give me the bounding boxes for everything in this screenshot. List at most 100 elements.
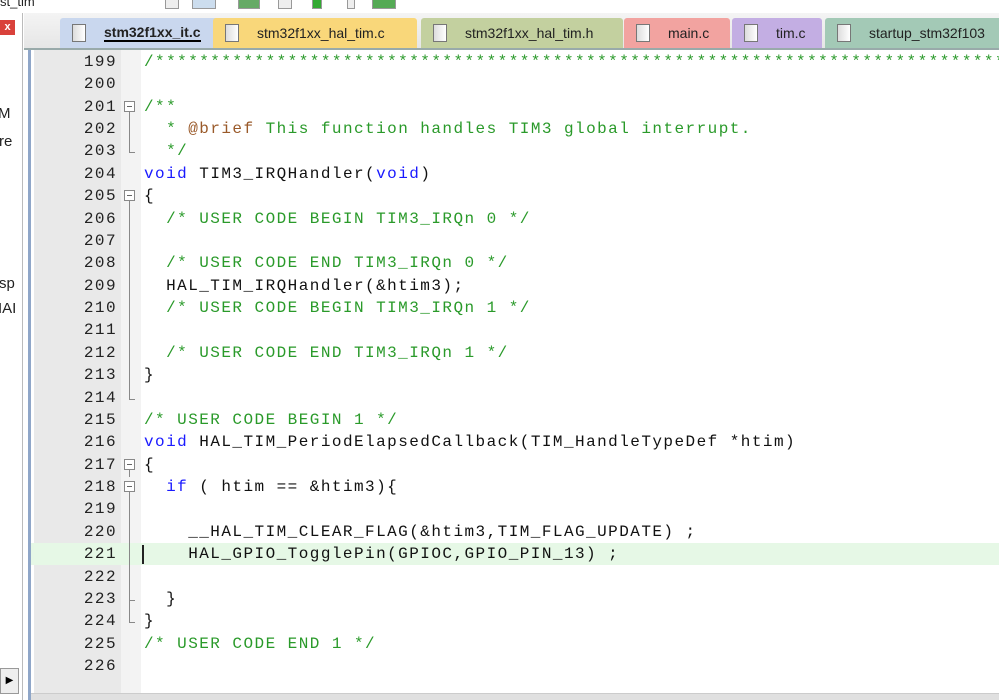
code-line[interactable]: 213} <box>31 364 999 388</box>
scroll-right-arrow[interactable]: ▶ <box>0 668 19 694</box>
tab-label: startup_stm32f103 <box>869 25 985 41</box>
line-number: 206 <box>83 209 117 228</box>
code-text: /* USER CODE BEGIN 1 */ <box>144 409 398 431</box>
panel-text-fragment[interactable]: IAI <box>0 300 16 317</box>
fold-line <box>129 386 130 399</box>
fold-line <box>129 252 130 276</box>
file-icon <box>225 24 239 42</box>
code-line[interactable]: 220 __HAL_TIM_CLEAR_FLAG(&htim3,TIM_FLAG… <box>31 520 999 544</box>
code-line[interactable]: 226 <box>31 655 999 677</box>
code-line[interactable]: 215 /* USER CODE BEGIN 1 */ <box>31 409 999 431</box>
line-number: 212 <box>83 343 117 362</box>
file-icon <box>433 24 447 42</box>
tab-startup-stm32f103[interactable]: startup_stm32f103 <box>825 18 999 48</box>
toolbar-button[interactable] <box>238 0 260 9</box>
fold-line <box>129 498 130 522</box>
line-number: 226 <box>83 656 117 675</box>
code-token: TIM3_IRQHandler( <box>188 164 377 183</box>
toolbar-button[interactable] <box>347 0 355 9</box>
code-text: /***************************************… <box>144 51 999 73</box>
code-token: /* USER CODE BEGIN 1 */ <box>144 410 399 429</box>
tab-stm32f1xx-hal-tim-c[interactable]: stm32f1xx_hal_tim.c <box>213 18 417 48</box>
code-line[interactable]: 222 <box>31 565 999 589</box>
code-text: /* USER CODE END TIM3_IRQn 0 */ <box>144 252 509 274</box>
fold-end <box>129 152 135 154</box>
code-line[interactable]: 203 */ <box>31 140 999 162</box>
code-token: __HAL_TIM_CLEAR_FLAG(&htim3,TIM_FLAG_UPD… <box>144 522 697 541</box>
toolbar-button[interactable] <box>312 0 322 9</box>
code-text: { <box>144 185 155 207</box>
fold-collapse-icon[interactable] <box>124 190 135 202</box>
code-line[interactable]: 204 void TIM3_IRQHandler(void) <box>31 163 999 185</box>
line-number: 204 <box>83 164 117 183</box>
code-line[interactable]: 225 /* USER CODE END 1 */ <box>31 633 999 655</box>
toolbar-button[interactable] <box>278 0 292 9</box>
code-line[interactable]: 221 HAL_GPIO_TogglePin(GPIOC,GPIO_PIN_13… <box>31 543 999 567</box>
fold-collapse-icon[interactable] <box>124 481 135 493</box>
tab-main-c[interactable]: main.c <box>624 18 730 48</box>
line-number: 203 <box>83 142 117 161</box>
panel-text-fragment[interactable]: sp <box>0 275 15 292</box>
code-line[interactable]: 202 * @brief This function handles TIM3 … <box>31 118 999 142</box>
code-line[interactable]: 206 /* USER CODE BEGIN TIM3_IRQn 0 */ <box>31 207 999 231</box>
code-line[interactable]: 210 /* USER CODE BEGIN TIM3_IRQn 1 */ <box>31 297 999 321</box>
code-line[interactable]: 208 /* USER CODE END TIM3_IRQn 0 */ <box>31 252 999 276</box>
code-line[interactable]: 216 void HAL_TIM_PeriodElapsedCallback(TI… <box>31 431 999 453</box>
line-number: 222 <box>83 567 117 586</box>
code-line[interactable]: 207 <box>31 229 999 253</box>
line-number: 224 <box>83 612 117 631</box>
code-line[interactable]: 209 HAL_TIM_IRQHandler(&htim3); <box>31 274 999 298</box>
code-token: ( htim == &htim3){ <box>188 478 399 497</box>
code-line[interactable]: 218 if ( htim == &htim3){ <box>31 476 999 500</box>
horizontal-scrollbar[interactable] <box>31 693 999 700</box>
code-text: */ <box>144 140 188 162</box>
line-number: 221 <box>83 545 117 564</box>
file-icon <box>744 24 758 42</box>
code-text: /* USER CODE BEGIN TIM3_IRQn 0 */ <box>144 208 531 230</box>
code-line[interactable]: 217 { <box>31 454 999 477</box>
file-icon <box>837 24 851 42</box>
line-number: 214 <box>83 388 117 407</box>
code-token: This function handles TIM3 global interr… <box>254 120 752 139</box>
tab-stm32f1xx-hal-tim-h[interactable]: stm32f1xx_hal_tim.h <box>421 18 623 48</box>
code-text: } <box>144 588 177 610</box>
project-panel: x M re sp IAI ▶ <box>0 13 23 700</box>
toolbar-button[interactable] <box>192 0 216 9</box>
line-number: 217 <box>83 455 117 474</box>
line-number: 219 <box>83 500 117 519</box>
code-token: { <box>144 187 156 206</box>
code-line[interactable]: 205 { <box>31 185 999 209</box>
fold-line <box>129 341 130 365</box>
fold-line <box>129 319 130 343</box>
tab-stm32f1xx-it-c[interactable]: stm32f1xx_it.c <box>60 18 237 48</box>
code-line[interactable]: 200 <box>31 73 999 95</box>
toolbar-button[interactable] <box>165 0 179 9</box>
line-number: 201 <box>83 97 117 116</box>
code-line[interactable]: 219 <box>31 498 999 522</box>
line-number: 216 <box>83 433 117 452</box>
line-number: 220 <box>83 522 117 541</box>
fold-end <box>129 599 135 601</box>
file-icon <box>636 24 650 42</box>
code-line[interactable]: 201 /** <box>31 96 999 119</box>
panel-text-fragment[interactable]: M <box>0 105 11 122</box>
toolbar-button[interactable] <box>372 0 396 9</box>
code-token: /** <box>144 97 178 116</box>
fold-collapse-icon[interactable] <box>124 458 135 470</box>
close-panel-button[interactable]: x <box>0 20 15 35</box>
tab-tim-c[interactable]: tim.c <box>732 18 822 48</box>
code-token: HAL_GPIO_TogglePin(GPIOC,GPIO_PIN_13) ; <box>144 545 620 564</box>
fold-collapse-icon[interactable] <box>124 100 135 112</box>
code-text: } <box>144 610 155 632</box>
fold-line <box>129 140 130 153</box>
code-line[interactable]: 199 /************************************… <box>31 51 999 73</box>
code-line[interactable]: 212 /* USER CODE END TIM3_IRQn 1 */ <box>31 341 999 365</box>
panel-text-fragment[interactable]: re <box>0 133 12 150</box>
code-editor[interactable]: 199 /************************************… <box>28 50 999 700</box>
code-line[interactable]: 211 <box>31 319 999 343</box>
code-line[interactable]: 214 <box>31 386 999 409</box>
code-line[interactable]: 223 } <box>31 587 999 611</box>
code-line[interactable]: 224} <box>31 610 999 632</box>
fold-line <box>129 118 130 142</box>
